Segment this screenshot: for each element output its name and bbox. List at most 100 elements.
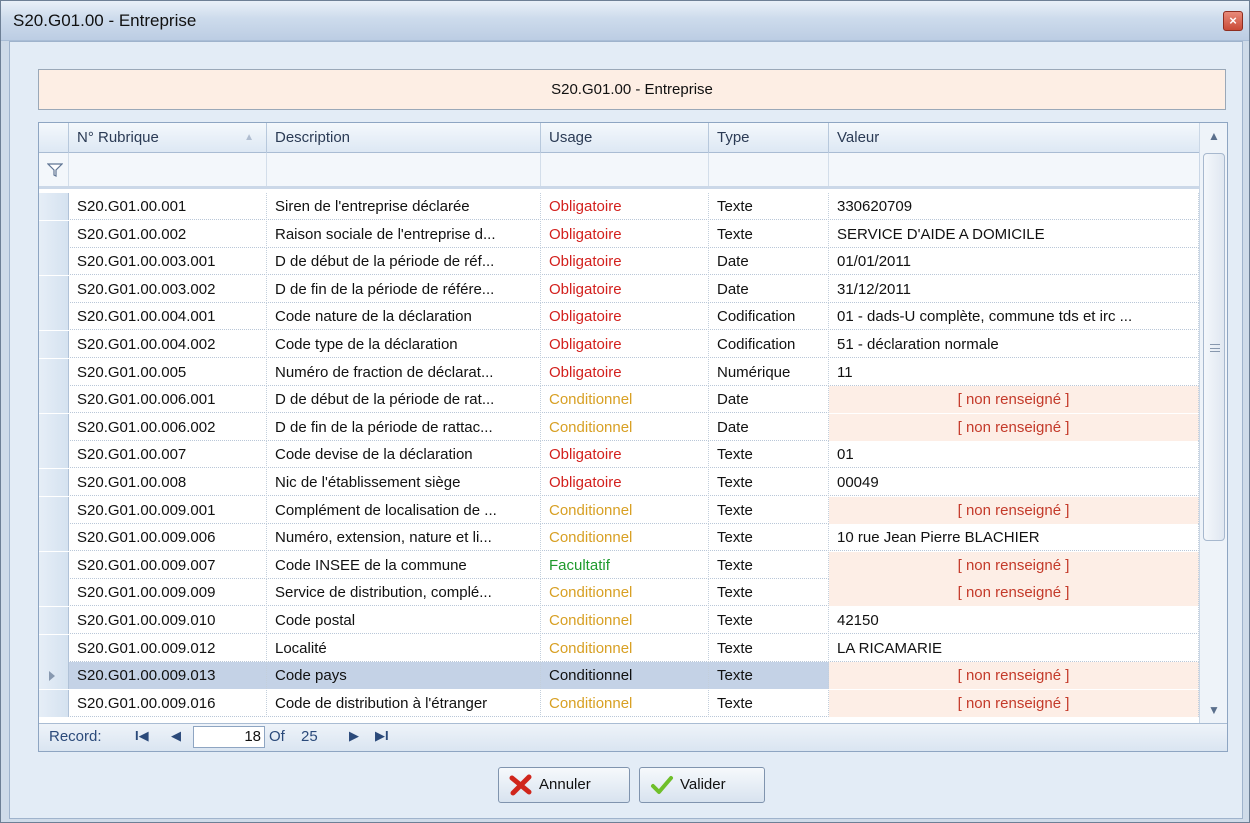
last-record-icon[interactable]: ▶I: [375, 728, 389, 744]
cell-type[interactable]: Codification: [709, 303, 829, 331]
cell-description[interactable]: Numéro de fraction de déclarat...: [267, 358, 541, 386]
cell-usage[interactable]: Obligatoire: [541, 303, 709, 331]
cell-description[interactable]: D de fin de la période de rattac...: [267, 413, 541, 441]
cell-valeur[interactable]: [ non renseigné ]: [829, 662, 1199, 690]
prev-record-icon[interactable]: ◀: [171, 728, 181, 744]
column-header-description[interactable]: Description: [267, 123, 541, 153]
cell-usage[interactable]: Obligatoire: [541, 275, 709, 303]
column-header-rubrique[interactable]: N° Rubrique ▲: [69, 123, 267, 153]
cancel-button[interactable]: Annuler: [498, 767, 630, 803]
cell-description[interactable]: Numéro, extension, nature et li...: [267, 524, 541, 552]
cell-type[interactable]: Texte: [709, 689, 829, 717]
cell-description[interactable]: D de début de la période de rat...: [267, 386, 541, 414]
filter-cell-description[interactable]: [267, 153, 541, 186]
cell-valeur[interactable]: 42150: [829, 607, 1199, 634]
scroll-up-icon[interactable]: ▲: [1200, 123, 1227, 149]
cell-valeur[interactable]: [ non renseigné ]: [829, 689, 1199, 717]
cell-usage[interactable]: Conditionnel: [541, 386, 709, 414]
cell-valeur[interactable]: 10 rue Jean Pierre BLACHIER: [829, 524, 1199, 552]
cell-valeur[interactable]: [ non renseigné ]: [829, 413, 1199, 441]
cell-type[interactable]: Texte: [709, 496, 829, 524]
row-indicator[interactable]: [39, 248, 69, 276]
table-row[interactable]: S20.G01.00.009.007 Code INSEE de la commu…: [39, 551, 1199, 579]
row-indicator[interactable]: [39, 496, 69, 524]
cell-usage[interactable]: Conditionnel: [541, 634, 709, 662]
row-indicator[interactable]: [39, 551, 69, 579]
cell-rubrique[interactable]: S20.G01.00.002: [69, 220, 267, 248]
cell-usage[interactable]: Obligatoire: [541, 220, 709, 248]
next-record-icon[interactable]: ▶: [349, 728, 359, 744]
cell-type[interactable]: Texte: [709, 469, 829, 496]
title-bar[interactable]: S20.G01.00 - Entreprise ×: [1, 1, 1249, 41]
column-header-valeur[interactable]: Valeur: [829, 123, 1199, 153]
table-row[interactable]: S20.G01.00.003.001 D de début de la pério…: [39, 248, 1199, 276]
cell-usage[interactable]: Conditionnel: [541, 496, 709, 524]
filter-cell-valeur[interactable]: [829, 153, 1199, 186]
cell-valeur[interactable]: 330620709: [829, 193, 1199, 220]
cell-type[interactable]: Date: [709, 413, 829, 441]
table-row[interactable]: S20.G01.00.006.002 D de fin de la période…: [39, 413, 1199, 441]
cell-valeur[interactable]: 01/01/2011: [829, 248, 1199, 276]
filter-cell-usage[interactable]: [541, 153, 709, 186]
cell-usage[interactable]: Obligatoire: [541, 358, 709, 386]
filter-icon[interactable]: [47, 163, 63, 177]
cell-valeur[interactable]: 01 - dads-U complète, commune tds et irc…: [829, 303, 1199, 331]
cell-type[interactable]: Numérique: [709, 358, 829, 386]
cell-type[interactable]: Texte: [709, 193, 829, 220]
table-row[interactable]: S20.G01.00.004.001 Code nature de la décl…: [39, 303, 1199, 331]
cell-description[interactable]: Service de distribution, complé...: [267, 579, 541, 607]
cell-usage[interactable]: Obligatoire: [541, 248, 709, 276]
cell-description[interactable]: Raison sociale de l'entreprise d...: [267, 220, 541, 248]
cell-description[interactable]: Code devise de la déclaration: [267, 441, 541, 469]
filter-cell[interactable]: [39, 153, 69, 186]
cell-usage[interactable]: Conditionnel: [541, 579, 709, 607]
cell-description[interactable]: Code nature de la déclaration: [267, 303, 541, 331]
validate-button[interactable]: Valider: [639, 767, 765, 803]
first-record-icon[interactable]: I◀: [135, 728, 149, 744]
cell-usage[interactable]: Obligatoire: [541, 331, 709, 358]
row-indicator[interactable]: [39, 469, 69, 496]
filter-cell-type[interactable]: [709, 153, 829, 186]
cell-valeur[interactable]: 11: [829, 358, 1199, 386]
cell-type[interactable]: Date: [709, 248, 829, 276]
row-indicator[interactable]: [39, 689, 69, 717]
cell-rubrique[interactable]: S20.G01.00.006.002: [69, 413, 267, 441]
cell-type[interactable]: Texte: [709, 579, 829, 607]
cell-rubrique[interactable]: S20.G01.00.009.010: [69, 607, 267, 634]
row-indicator[interactable]: [39, 579, 69, 607]
close-icon[interactable]: ×: [1223, 11, 1243, 31]
row-indicator[interactable]: [39, 413, 69, 441]
filter-cell-rubrique[interactable]: [69, 153, 267, 186]
data-grid[interactable]: N° Rubrique ▲ Description Usage Type Val…: [38, 122, 1228, 752]
cell-description[interactable]: Code de distribution à l'étranger: [267, 689, 541, 717]
table-row[interactable]: S20.G01.00.009.001 Complément de localisa…: [39, 496, 1199, 524]
column-header-usage[interactable]: Usage: [541, 123, 709, 153]
row-indicator[interactable]: [39, 607, 69, 634]
column-header-type[interactable]: Type: [709, 123, 829, 153]
table-row[interactable]: S20.G01.00.005 Numéro de fraction de décl…: [39, 358, 1199, 386]
cell-valeur[interactable]: SERVICE D'AIDE A DOMICILE: [829, 220, 1199, 248]
cell-usage[interactable]: Conditionnel: [541, 662, 709, 690]
cell-usage[interactable]: Conditionnel: [541, 689, 709, 717]
cell-rubrique[interactable]: S20.G01.00.009.013: [69, 662, 267, 690]
row-indicator[interactable]: [39, 275, 69, 303]
row-indicator[interactable]: [39, 441, 69, 469]
cell-rubrique[interactable]: S20.G01.00.003.002: [69, 275, 267, 303]
cell-rubrique[interactable]: S20.G01.00.001: [69, 193, 267, 220]
cell-usage[interactable]: Conditionnel: [541, 413, 709, 441]
cell-type[interactable]: Texte: [709, 551, 829, 579]
cell-rubrique[interactable]: S20.G01.00.009.009: [69, 579, 267, 607]
cell-description[interactable]: Nic de l'établissement siège: [267, 469, 541, 496]
cell-rubrique[interactable]: S20.G01.00.005: [69, 358, 267, 386]
cell-type[interactable]: Date: [709, 386, 829, 414]
cell-rubrique[interactable]: S20.G01.00.008: [69, 469, 267, 496]
cell-description[interactable]: Code INSEE de la commune: [267, 551, 541, 579]
cell-rubrique[interactable]: S20.G01.00.007: [69, 441, 267, 469]
row-indicator[interactable]: [39, 386, 69, 414]
cell-type[interactable]: Texte: [709, 524, 829, 552]
table-row[interactable]: S20.G01.00.009.010 Code postal Conditionne…: [39, 607, 1199, 634]
row-indicator[interactable]: [39, 634, 69, 662]
cell-type[interactable]: Texte: [709, 662, 829, 690]
row-indicator[interactable]: [39, 662, 69, 690]
cell-rubrique[interactable]: S20.G01.00.009.016: [69, 689, 267, 717]
